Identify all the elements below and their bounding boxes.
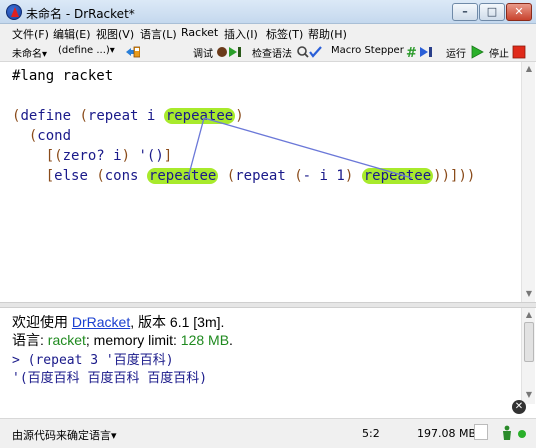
menu-view[interactable]: 视图(V) (96, 26, 134, 42)
check-syntax-icon[interactable] (296, 45, 322, 59)
recycle-icon[interactable] (500, 425, 514, 441)
maximize-button[interactable]: □ (479, 3, 505, 21)
menu-bar: 文件(F) 编辑(E) 视图(V) 语言(L) Racket 插入(I) 标签(… (0, 24, 536, 42)
drracket-link[interactable]: DrRacket (72, 314, 130, 330)
scroll-up-icon[interactable]: ▲ (524, 64, 534, 74)
debug-label[interactable]: 调试 (193, 45, 213, 60)
binding-occurrence[interactable]: repeatee (163, 108, 236, 124)
minimize-icon: – (462, 5, 468, 18)
code-line-3: (define (repeat i repeatee) (12, 108, 244, 124)
drracket-logo-icon (6, 4, 22, 20)
code-line-4: (cond (28, 128, 72, 144)
bound-occurrence-2[interactable]: repeatee (361, 168, 434, 184)
status-indicator-icon (518, 430, 526, 438)
scroll-up-icon[interactable]: ▲ (524, 310, 534, 320)
language-line: 语言: racket; memory limit: 128 MB. (12, 332, 233, 348)
window-title: 未命名 - DrRacket* (26, 7, 135, 21)
menu-file[interactable]: 文件(F) (12, 26, 49, 42)
code-line-6: [else (cons repeatee (repeat (- i 1) rep… (45, 168, 476, 184)
maximize-icon: □ (486, 5, 498, 18)
menu-insert[interactable]: 插入(I) (224, 26, 258, 42)
scroll-down-icon[interactable]: ▼ (524, 289, 534, 299)
gc-indicator (474, 424, 488, 440)
toolbar: 未命名▾ (define ...)▾ 调试 检查语法 Macro Stepper… (0, 42, 536, 62)
language-selector[interactable]: 由源代码来确定语言▾ (12, 427, 117, 443)
stop-label[interactable]: 停止 (489, 45, 509, 60)
scroll-thumb[interactable] (524, 322, 534, 362)
file-name-menu[interactable]: 未命名▾ (12, 45, 47, 60)
bound-occurrence-1[interactable]: repeatee (146, 168, 219, 184)
macro-stepper-icon[interactable]: # (406, 45, 438, 59)
close-icon: ✕ (514, 5, 524, 18)
interactions-scrollbar[interactable]: ▲ ▼ (521, 308, 535, 404)
menu-language[interactable]: 语言(L) (140, 26, 177, 42)
svg-text:#: # (406, 46, 417, 59)
define-menu[interactable]: (define ...)▾ (58, 45, 115, 56)
status-bar: 由源代码来确定语言▾ 5:2 197.08 MB (0, 418, 536, 448)
stop-icon[interactable] (512, 45, 526, 59)
memory-usage[interactable]: 197.08 MB (417, 427, 476, 440)
definitions-editor[interactable]: #lang racket (define (repeat i repeatee)… (0, 62, 536, 302)
minimize-button[interactable]: – (452, 3, 478, 21)
close-button[interactable]: ✕ (506, 3, 532, 21)
code-line-1: #lang racket (12, 68, 114, 84)
menu-help[interactable]: 帮助(H) (308, 26, 347, 42)
definitions-scrollbar[interactable]: ▲ ▼ (521, 62, 535, 302)
close-interactions-icon[interactable]: ✕ (512, 400, 526, 414)
run-icon[interactable] (470, 45, 484, 59)
debug-icon[interactable] (216, 45, 244, 59)
code-line-5: [(zero? i) '()] (45, 148, 173, 164)
welcome-line: 欢迎使用 DrRacket, 版本 6.1 [3m]. (12, 314, 225, 330)
check-syntax-label[interactable]: 检查语法 (252, 45, 292, 60)
menu-tabs[interactable]: 标签(T) (266, 26, 303, 42)
menu-racket[interactable]: Racket (181, 26, 218, 39)
macro-stepper-label[interactable]: Macro Stepper (331, 45, 404, 56)
scroll-down-icon[interactable]: ▼ (524, 390, 534, 400)
repl-output: '(百度百科 百度百科 百度百科) (12, 371, 208, 386)
run-label[interactable]: 运行 (446, 45, 466, 60)
menu-edit[interactable]: 编辑(E) (53, 26, 91, 42)
interactions-pane[interactable]: 欢迎使用 DrRacket, 版本 6.1 [3m]. 语言: racket; … (0, 308, 536, 418)
memory-limit: 128 MB (180, 332, 230, 348)
save-icon[interactable] (126, 45, 140, 59)
cursor-position: 5:2 (362, 427, 380, 440)
language-name: racket (47, 332, 86, 348)
title-bar: 未命名 - DrRacket* – □ ✕ (0, 0, 536, 24)
repl-input: > (repeat 3 '百度百科) (12, 353, 174, 368)
